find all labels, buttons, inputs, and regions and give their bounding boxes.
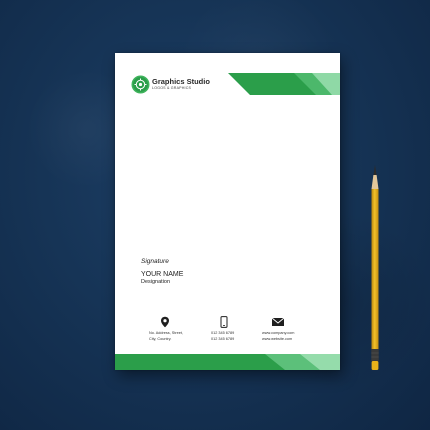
signature-label: Signature — [141, 258, 169, 265]
mobile-phone-icon — [211, 315, 234, 328]
envelope-icon — [262, 315, 294, 327]
letterhead-sheet: Graphics Studio LOGOS & GRAPHICS Signatu… — [115, 53, 340, 370]
your-name: YOUR NAME — [141, 271, 184, 278]
company-tagline: LOGOS & GRAPHICS — [152, 86, 192, 91]
header-green-band — [228, 73, 340, 95]
company-logo: Graphics Studio LOGOS & GRAPHICS — [133, 77, 210, 92]
web-contact: www.company.com www.website.com — [262, 315, 294, 342]
designation: Designation — [141, 279, 171, 285]
address-line1: No. Address, Street, — [149, 331, 183, 335]
location-pin-icon — [149, 315, 183, 328]
address-line2: City, Country. — [149, 336, 172, 341]
address-contact: No. Address, Street, City, Country. — [149, 315, 183, 342]
company-name: Graphics Studio — [152, 76, 210, 86]
phone-line2: 012 345 6789 — [211, 336, 235, 341]
phone-line1: 012 345 6789 — [211, 331, 235, 335]
footer-green-band — [115, 354, 340, 370]
website-text: www.website.com — [262, 336, 293, 341]
pencil-object — [371, 165, 379, 370]
email-text: www.company.com — [262, 331, 295, 335]
signature-block: Signature YOUR NAME Designation — [141, 258, 183, 285]
logo-badge-icon — [133, 77, 148, 92]
phone-contact: 012 345 6789 012 345 6789 — [211, 315, 234, 342]
